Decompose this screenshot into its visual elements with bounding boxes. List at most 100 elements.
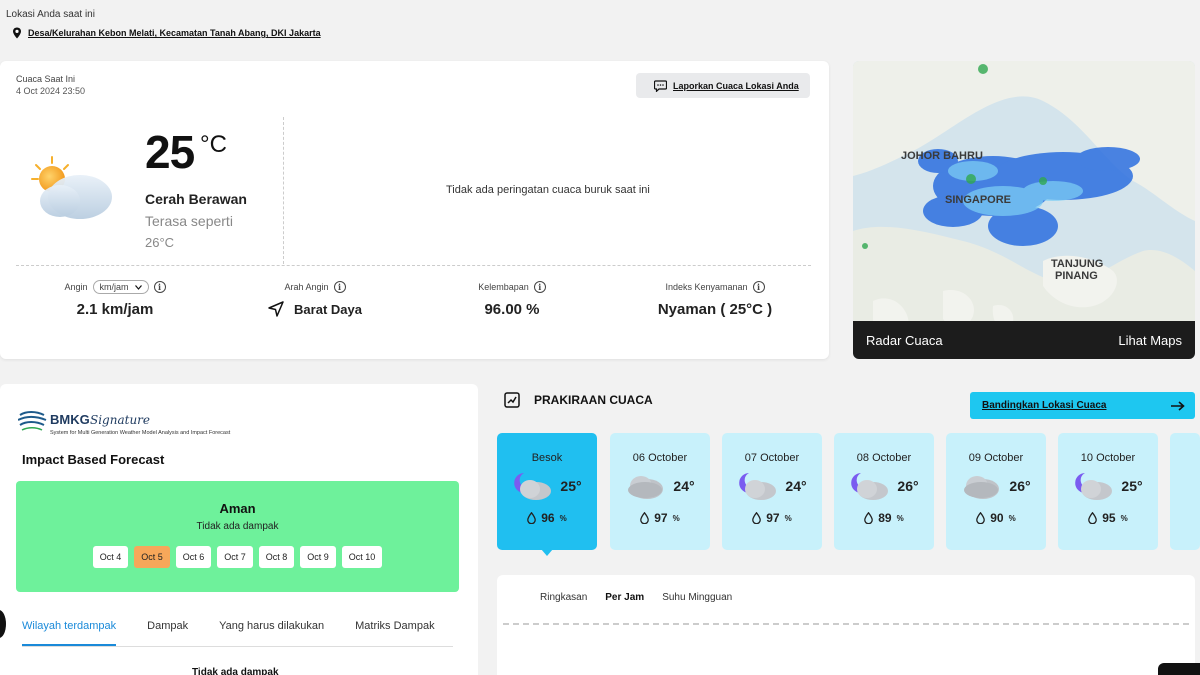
comfort-index-stat: Indeks Kenyamanan i Nyaman ( 25°C ): [640, 279, 790, 318]
bmkg-script: Signature: [90, 413, 150, 427]
forecast-header: PRAKIRAAN CUACA: [504, 392, 653, 408]
impact-tabs: Wilayah terdampak Dampak Yang harus dila…: [22, 620, 453, 647]
info-icon[interactable]: i: [333, 281, 346, 293]
forecast-day-temp: 24°: [673, 478, 695, 494]
tab-impact[interactable]: Dampak: [147, 620, 188, 646]
location-label: Lokasi Anda saat ini: [6, 9, 95, 20]
location-row[interactable]: Desa/Kelurahan Kebon Melati, Kecamatan T…: [12, 27, 321, 39]
view-maps-link[interactable]: Lihat Maps: [1118, 333, 1182, 348]
forecast-day-card[interactable]: 10 October 25° 95%: [1058, 433, 1158, 550]
forecast-day-label: 09 October: [968, 452, 1024, 464]
feels-like-label: Terasa seperti: [145, 213, 233, 229]
wind-direction-stat: Arah Angin i Barat Daya: [240, 279, 390, 317]
impact-date-selector: Oct 4 Oct 5 Oct 6 Oct 7 Oct 8 Oct 9 Oct …: [16, 546, 459, 568]
forecast-day-card[interactable]: 07 October 24° 97%: [722, 433, 822, 550]
info-icon[interactable]: i: [153, 281, 166, 293]
wind-unit-value: km/jam: [99, 282, 129, 292]
forecast-day-card[interactable]: 08 October 26° 89%: [834, 433, 934, 550]
forecast-day-card[interactable]: 09 October 26° 90%: [946, 433, 1046, 550]
radar-bar: Radar Cuaca Lihat Maps: [853, 321, 1195, 359]
tab-affected-area[interactable]: Wilayah terdampak: [22, 620, 117, 646]
forecast-day-label: 07 October: [744, 452, 800, 464]
tab-what-to-do[interactable]: Yang harus dilakukan: [219, 620, 324, 646]
info-icon[interactable]: i: [752, 281, 765, 293]
wind-direction-value: Barat Daya: [294, 301, 362, 317]
date-chip[interactable]: Oct 6: [175, 546, 212, 568]
feels-like-value: 26°C: [145, 235, 175, 250]
forecast-day-humidity: 90: [990, 511, 1004, 525]
cloud-icon: [964, 476, 1000, 499]
humidity-value: 96.00 %: [484, 301, 540, 318]
map-label-singapore: SINGAPORE: [945, 194, 1011, 206]
forecast-day-label: 08 October: [856, 452, 912, 464]
affected-area-text: Tidak ada dampak: [192, 667, 279, 675]
forecast-day-card-partial[interactable]: [1170, 433, 1200, 550]
current-weather-card: Cuaca Saat Ini 4 Oct 2024 23:50 Laporkan…: [0, 61, 829, 359]
forecast-day-temp: 26°: [1009, 478, 1031, 494]
date-chip[interactable]: Oct 9: [300, 546, 336, 568]
radar-title: Radar Cuaca: [866, 332, 943, 348]
chat-icon: [654, 79, 667, 92]
forecast-day-label: Besok: [531, 452, 563, 464]
tab-impact-matrix[interactable]: Matriks Dampak: [355, 620, 434, 646]
humidity-drop-icon: [752, 512, 762, 524]
radar-map[interactable]: JOHOR BAHRU SINGAPORE TANJUNG PINANG: [853, 61, 1195, 359]
map-label-tanjung: TANJUNG: [1051, 258, 1103, 270]
forecast-day-humidity: 97: [654, 511, 668, 525]
forecast-day-card[interactable]: 06 October 24° 97%: [610, 433, 710, 550]
active-day-pointer: [541, 549, 553, 556]
date-chip-active[interactable]: Oct 5: [134, 546, 170, 568]
temperature-unit: °C: [200, 131, 227, 158]
cloudy-night-icon: [1075, 473, 1113, 500]
date-chip[interactable]: Oct 8: [258, 546, 295, 568]
forecast-day-label: 10 October: [1080, 452, 1136, 464]
impact-status-box: Aman Tidak ada dampak Oct 4 Oct 5 Oct 6 …: [16, 481, 459, 592]
report-weather-button[interactable]: Laporkan Cuaca Lokasi Anda: [636, 73, 810, 98]
corner-widget[interactable]: [1158, 663, 1200, 675]
humidity-drop-icon: [1088, 512, 1098, 524]
humidity-drop-icon: [640, 512, 650, 524]
date-chip[interactable]: Oct 10: [341, 546, 383, 568]
arrow-right-icon: [1171, 400, 1185, 411]
tab-hourly[interactable]: Per Jam: [605, 592, 644, 603]
impact-status-sub: Tidak ada dampak: [196, 521, 279, 532]
compare-location-button[interactable]: Bandingkan Lokasi Cuaca: [970, 392, 1195, 419]
map-label-johor: JOHOR BAHRU: [901, 150, 983, 162]
date-chip[interactable]: Oct 7: [217, 546, 253, 568]
tab-summary[interactable]: Ringkasan: [540, 592, 587, 603]
location-link[interactable]: Desa/Kelurahan Kebon Melati, Kecamatan T…: [28, 28, 321, 38]
radar-card[interactable]: JOHOR BAHRU SINGAPORE TANJUNG PINANG Rad…: [853, 61, 1195, 359]
vertical-divider: [283, 117, 284, 264]
wind-value: 2.1 km/jam: [76, 301, 154, 318]
impact-status: Aman: [219, 501, 256, 516]
date-chip[interactable]: Oct 4: [92, 546, 129, 568]
horizontal-divider: [16, 265, 811, 266]
forecast-day-humidity: 96: [541, 511, 555, 525]
wind-direction-label: Arah Angin: [284, 282, 329, 292]
current-temperature: 25: [145, 126, 195, 178]
info-icon[interactable]: i: [533, 281, 546, 293]
wind-label: Angin: [64, 282, 88, 292]
wind-stat: Angin km/jam i 2.1 km/jam: [40, 279, 190, 318]
humidity-unit: %: [672, 513, 680, 523]
forecast-day-humidity: 89: [878, 511, 892, 525]
tab-weekly-temperature[interactable]: Suhu Mingguan: [662, 592, 732, 603]
weather-warning-text: Tidak ada peringatan cuaca buruk saat in…: [446, 184, 650, 196]
partly-cloudy-sun-icon: [31, 156, 112, 219]
impact-forecast-title: Impact Based Forecast: [22, 452, 165, 467]
forecast-title: PRAKIRAAN CUACA: [534, 393, 653, 407]
trend-chart-icon: [504, 392, 520, 408]
humidity-drop-icon: [976, 512, 986, 524]
bmkg-signature-logo: BMKG Signature System for Multi Generati…: [18, 411, 231, 436]
current-weather-title: Cuaca Saat Ini: [16, 74, 76, 84]
forecast-day-card[interactable]: Besok 25° 96%: [497, 433, 597, 550]
current-condition: Cerah Berawan: [145, 191, 247, 207]
comfort-index-value: Nyaman ( 25°C ): [657, 301, 773, 318]
cloudy-night-icon: [514, 473, 552, 500]
forecast-day-label: 06 October: [632, 452, 688, 464]
cloudy-night-icon: [739, 473, 777, 500]
chevron-down-icon: [134, 284, 142, 290]
humidity-unit: %: [896, 513, 904, 523]
wind-unit-select[interactable]: km/jam: [92, 280, 149, 294]
bmkg-brand: BMKG: [50, 412, 90, 427]
